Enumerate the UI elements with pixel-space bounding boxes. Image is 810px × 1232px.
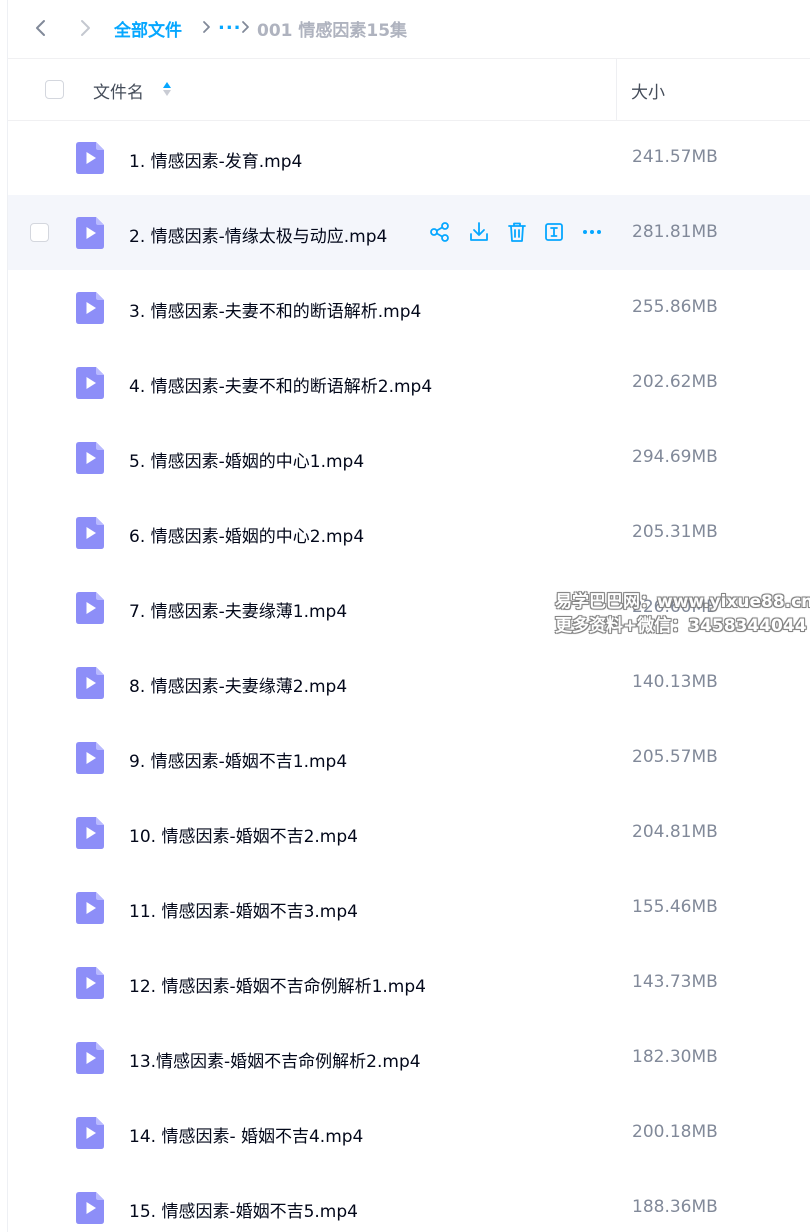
video-file-icon (76, 967, 104, 999)
file-size: 205.31MB (632, 522, 718, 542)
file-name[interactable]: 1. 情感因素-发育.mp4 (129, 147, 302, 172)
video-file-icon (76, 1042, 104, 1074)
video-file-icon (76, 667, 104, 699)
video-file-icon (76, 442, 104, 474)
breadcrumb-current-folder: 001 情感因素15集 (257, 21, 408, 41)
watermark: 易学巴巴网：www.yixue88.cn 更多资料+微信：3458344044 (555, 590, 810, 638)
file-row[interactable]: 13.情感因素-婚姻不吉命例解析2.mp4 182.30MB (8, 1020, 810, 1095)
chevron-right-icon (81, 20, 90, 36)
watermark-line-2: 更多资料+微信：3458344044 (555, 616, 807, 636)
video-file-icon (76, 517, 104, 549)
rename-icon[interactable] (542, 220, 566, 244)
file-row[interactable]: 14. 情感因素- 婚姻不吉4.mp4 200.18MB (8, 1095, 810, 1170)
file-size: 188.36MB (632, 1197, 718, 1217)
row-checkbox[interactable] (30, 223, 49, 242)
sort-icon[interactable] (162, 80, 172, 98)
file-name[interactable]: 11. 情感因素-婚姻不吉3.mp4 (129, 897, 358, 922)
video-file-icon (76, 592, 104, 624)
file-browser: 全部文件 ... 001 情感因素15集 文件名 大小 1. 情感因素-发育.m… (0, 0, 810, 1232)
video-file-icon (76, 367, 104, 399)
file-row[interactable]: 4. 情感因素-夫妻不和的断语解析2.mp4 202.62MB (8, 345, 810, 420)
file-row[interactable]: 11. 情感因素-婚姻不吉3.mp4 155.46MB (8, 870, 810, 945)
file-size: 202.62MB (632, 372, 718, 392)
file-size: 140.13MB (632, 672, 718, 692)
table-header: 文件名 大小 (8, 58, 810, 121)
file-size: 143.73MB (632, 972, 718, 992)
file-name[interactable]: 5. 情感因素-婚姻的中心1.mp4 (129, 447, 364, 472)
file-size: 204.81MB (632, 822, 718, 842)
more-icon[interactable] (580, 220, 604, 244)
file-row[interactable]: 12. 情感因素-婚姻不吉命例解析1.mp4 143.73MB (8, 945, 810, 1020)
file-size: 241.57MB (632, 147, 718, 167)
breadcrumb: 全部文件 ... 001 情感因素15集 (0, 0, 810, 56)
breadcrumb-root-link[interactable]: 全部文件 (114, 16, 182, 41)
download-icon[interactable] (467, 220, 491, 244)
file-name[interactable]: 12. 情感因素-婚姻不吉命例解析1.mp4 (129, 972, 426, 997)
breadcrumb-separator-icon (242, 21, 249, 33)
file-size: 294.69MB (632, 447, 718, 467)
file-row[interactable]: 8. 情感因素-夫妻缘薄2.mp4 140.13MB (8, 645, 810, 720)
delete-icon[interactable] (505, 220, 529, 244)
file-name[interactable]: 13.情感因素-婚姻不吉命例解析2.mp4 (129, 1047, 421, 1072)
file-name[interactable]: 15. 情感因素-婚姻不吉5.mp4 (129, 1197, 358, 1222)
file-row[interactable]: 6. 情感因素-婚姻的中心2.mp4 205.31MB (8, 495, 810, 570)
back-button[interactable] (27, 14, 55, 42)
column-header-size[interactable]: 大小 (631, 78, 665, 103)
video-file-icon (76, 892, 104, 924)
file-name[interactable]: 9. 情感因素-婚姻不吉1.mp4 (129, 747, 347, 772)
breadcrumb-separator-icon (203, 21, 210, 33)
file-name[interactable]: 4. 情感因素-夫妻不和的断语解析2.mp4 (129, 372, 432, 397)
file-name[interactable]: 10. 情感因素-婚姻不吉2.mp4 (129, 822, 358, 847)
file-row[interactable]: 9. 情感因素-婚姻不吉1.mp4 205.57MB (8, 720, 810, 795)
breadcrumb-ellipsis-link[interactable]: ... (218, 13, 242, 34)
video-file-icon (76, 742, 104, 774)
file-row[interactable]: 1. 情感因素-发育.mp4 241.57MB (8, 120, 810, 195)
video-file-icon (76, 817, 104, 849)
file-row[interactable]: 5. 情感因素-婚姻的中心1.mp4 294.69MB (8, 420, 810, 495)
video-file-icon (76, 292, 104, 324)
file-name[interactable]: 3. 情感因素-夫妻不和的断语解析.mp4 (129, 297, 421, 322)
video-file-icon (76, 1117, 104, 1149)
file-name[interactable]: 2. 情感因素-情缘太极与动应.mp4 (129, 222, 387, 247)
file-row[interactable]: 3. 情感因素-夫妻不和的断语解析.mp4 255.86MB (8, 270, 810, 345)
file-size: 200.18MB (632, 1122, 718, 1142)
video-file-icon (76, 142, 104, 174)
column-header-name[interactable]: 文件名 (93, 78, 144, 103)
watermark-line-1: 易学巴巴网：www.yixue88.cn (555, 592, 810, 612)
file-size: 281.81MB (632, 222, 718, 242)
video-file-icon (76, 217, 104, 249)
select-all-checkbox[interactable] (45, 80, 64, 99)
column-divider (616, 59, 617, 120)
file-size: 182.30MB (632, 1047, 718, 1067)
chevron-left-icon (36, 20, 45, 36)
file-name[interactable]: 7. 情感因素-夫妻缘薄1.mp4 (129, 597, 347, 622)
file-list: 1. 情感因素-发育.mp4 241.57MB 2. 情感因素-情缘太极与动应.mp… (8, 120, 810, 1232)
file-size: 205.57MB (632, 747, 718, 767)
file-name[interactable]: 14. 情感因素- 婚姻不吉4.mp4 (129, 1122, 363, 1147)
file-size: 155.46MB (632, 897, 718, 917)
file-row[interactable]: 15. 情感因素-婚姻不吉5.mp4 188.36MB (8, 1170, 810, 1232)
file-name[interactable]: 6. 情感因素-婚姻的中心2.mp4 (129, 522, 364, 547)
file-size: 255.86MB (632, 297, 718, 317)
share-icon[interactable] (428, 220, 452, 244)
video-file-icon (76, 1192, 104, 1224)
file-row[interactable]: 2. 情感因素-情缘太极与动应.mp4 281.81MB (8, 195, 810, 270)
forward-button[interactable] (71, 14, 99, 42)
file-name[interactable]: 8. 情感因素-夫妻缘薄2.mp4 (129, 672, 347, 697)
file-row[interactable]: 10. 情感因素-婚姻不吉2.mp4 204.81MB (8, 795, 810, 870)
